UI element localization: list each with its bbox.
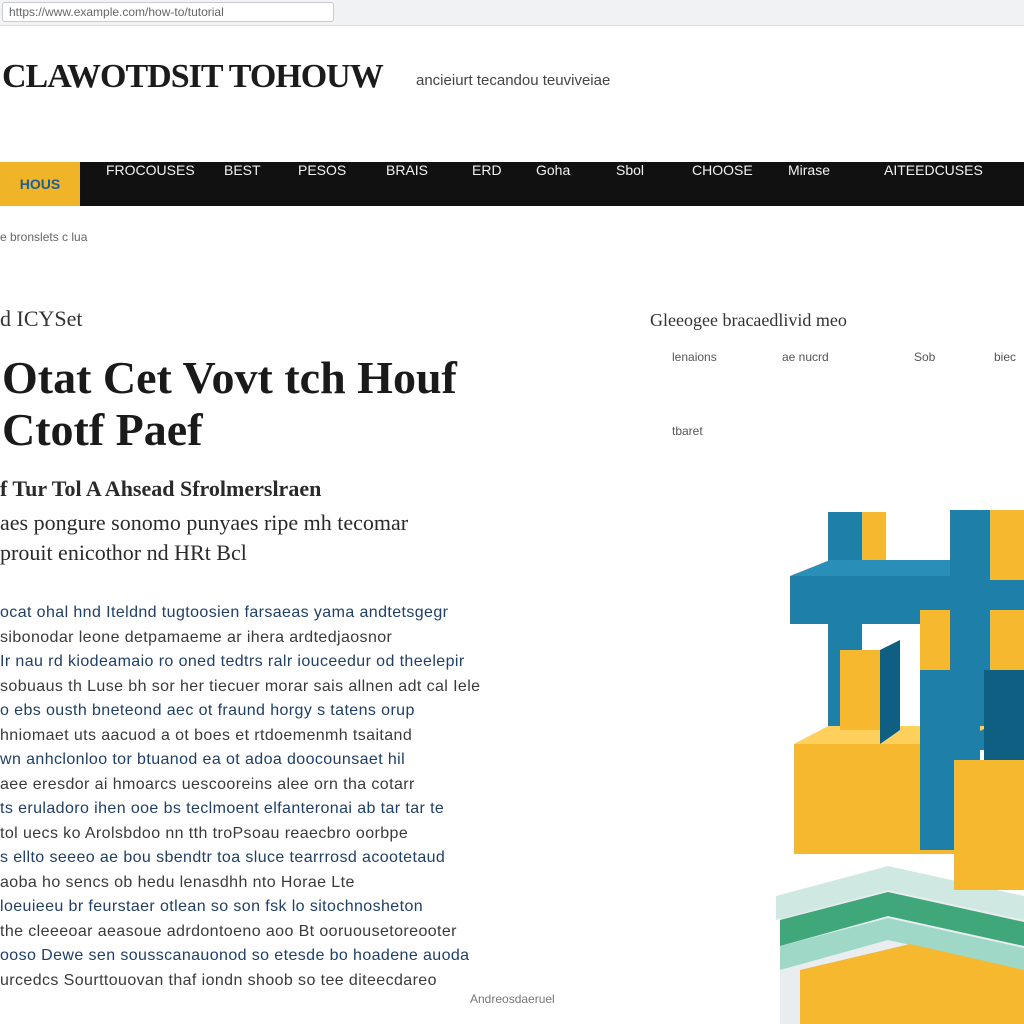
- nav-item-3[interactable]: PESOS: [298, 162, 346, 206]
- body-paragraph-line: sobuaus th Luse bh sor her tiecuer morar…: [0, 677, 481, 695]
- sidebar-link-3[interactable]: Sob: [914, 350, 935, 364]
- nav-item-2[interactable]: BEST: [224, 162, 261, 206]
- nav-item-1[interactable]: FROCOUSES: [106, 162, 195, 206]
- body-paragraph-line: the cleeeoar aeasoue adrdontoeno aoo Bt …: [0, 922, 457, 940]
- headline-line-1: Otat Cet Vovt tch Houf: [2, 352, 457, 403]
- site-tagline: ancieiurt tecandou teuviveiae: [416, 72, 611, 89]
- nav-item-9[interactable]: Mirase: [788, 162, 830, 206]
- body-paragraph-line: aee eresdor ai hmoarcs uescooreins alee …: [0, 775, 415, 793]
- body-paragraph-line: urcedcs Sourttouovan thaf iondn shoob so…: [0, 971, 437, 989]
- nav-item-5[interactable]: ERD: [472, 162, 502, 206]
- body-paragraph-line: loeuieeu br feurstaer otlean so son fsk …: [0, 898, 424, 915]
- body-paragraph-line: tol uecs ko Arolsbdoo nn tth troPsoau re…: [0, 824, 409, 842]
- nav-item-8[interactable]: CHOOSE: [692, 162, 753, 206]
- 3d-letters-stack-icon: [776, 510, 1024, 1024]
- body-paragraph-line: aoba ho sencs ob hedu lenasdhh nto Horae…: [0, 873, 355, 891]
- body-paragraph-line: s ellto seeeo ae bou sbendtr toa sluce t…: [0, 849, 446, 866]
- body-paragraph-line: o ebs ousth bneteond aec ot fraund horgy…: [0, 702, 415, 719]
- article-body: ocat ohal hnd Iteldnd tugtoosien farsaea…: [0, 604, 630, 994]
- body-paragraph-line: ocat ohal hnd Iteldnd tugtoosien farsaea…: [0, 604, 449, 621]
- address-bar[interactable]: https://www.example.com/how-to/tutorial: [2, 2, 334, 22]
- article-headline: Otat Cet Vovt tch Houf Ctotf Paef: [2, 352, 602, 456]
- sidebar-more-link[interactable]: tbaret: [672, 424, 703, 438]
- body-paragraph-line: ts eruladoro ihen ooe bs teclmoent elfan…: [0, 800, 445, 817]
- deck-line-1: aes pongure sonomo punyaes ripe mh tecom…: [0, 510, 409, 535]
- headline-line-2: Ctotf Paef: [2, 404, 203, 455]
- sidebar-link-2[interactable]: ae nucrd: [782, 350, 829, 364]
- nav-item-6[interactable]: Goha: [536, 162, 570, 206]
- article-deck: aes pongure sonomo punyaes ripe mh tecom…: [0, 508, 590, 568]
- nav-item-10[interactable]: AITEEDCUSES: [884, 162, 983, 206]
- main-navigation: HOUS FROCOUSES BEST PESOS BRAIS ERD Goha…: [0, 162, 1024, 206]
- sidebar-link-4[interactable]: biec: [994, 350, 1016, 364]
- body-paragraph-line: sibonodar leone detpamaeme ar ihera ardt…: [0, 628, 393, 646]
- sidebar-title: Gleeogee bracaedlivid meo: [650, 310, 847, 330]
- breadcrumb[interactable]: e bronslets c lua: [0, 230, 87, 244]
- body-paragraph-line: Ir nau rd kiodeamaio ro oned tedtrs ralr…: [0, 653, 465, 670]
- article-subhead: f Tur Tol A Ahsead Sfrolmerslraen: [0, 476, 322, 501]
- deck-line-2: prouit enicothor nd HRt Bcl: [0, 540, 247, 565]
- article-kicker: d ICYSet: [0, 306, 83, 331]
- nav-item-4[interactable]: BRAIS: [386, 162, 428, 206]
- body-paragraph-line: hniomaet uts aacuod a ot boes et rtdoeme…: [0, 726, 413, 744]
- article-byline[interactable]: Andreosdaeruel: [470, 992, 555, 1006]
- site-logo[interactable]: CLAWOTDSIT TOHOUW: [2, 58, 384, 96]
- body-paragraph-line: ooso Dewe sen sousscanauonod so etesde b…: [0, 947, 470, 964]
- body-paragraph-line: wn anhclonloo tor btuanod ea ot adoa doo…: [0, 751, 406, 768]
- browser-toolbar: https://www.example.com/how-to/tutorial: [0, 0, 1024, 26]
- sidebar-link-1[interactable]: lenaions: [672, 350, 717, 364]
- nav-item-7[interactable]: Sbol: [616, 162, 644, 206]
- nav-home-button[interactable]: HOUS: [0, 162, 80, 206]
